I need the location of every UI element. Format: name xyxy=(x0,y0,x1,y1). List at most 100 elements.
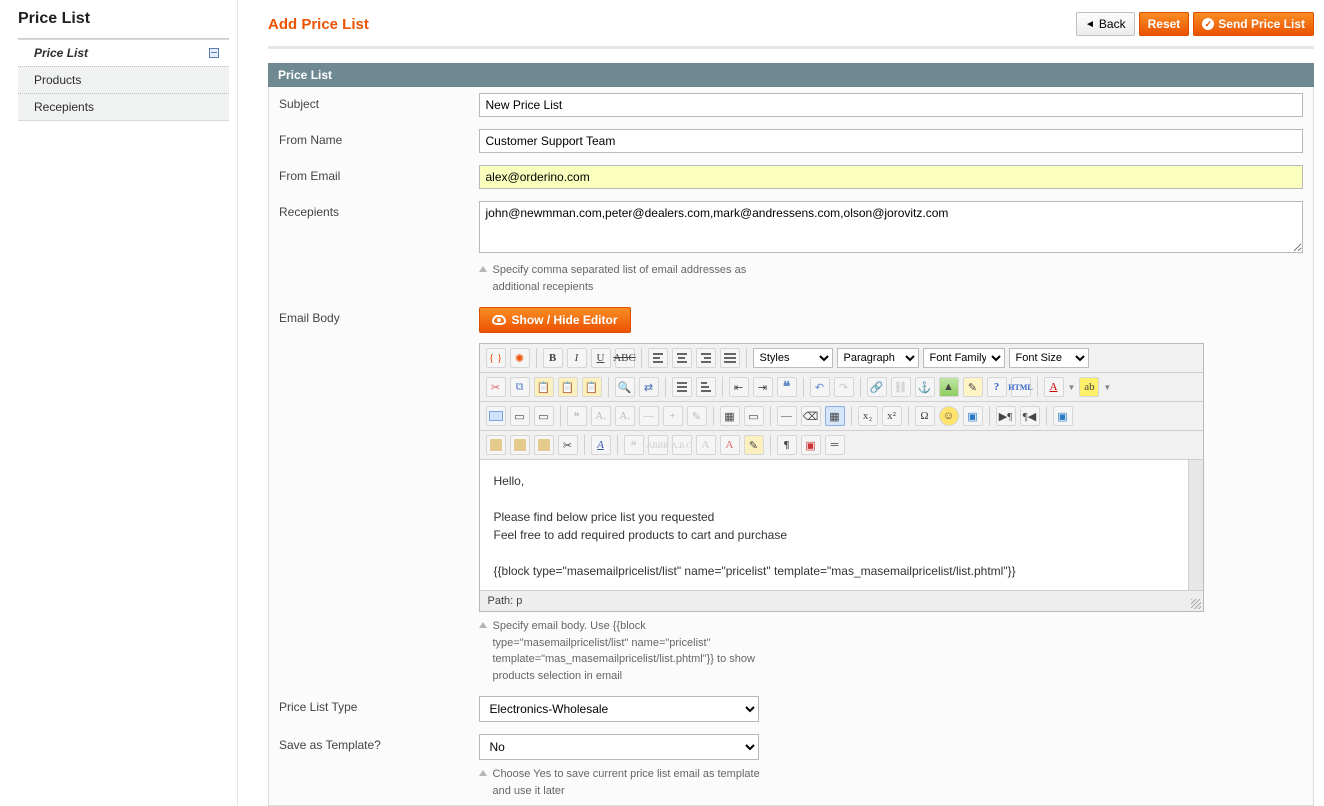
unordered-list-icon[interactable] xyxy=(672,377,692,397)
html-source-icon[interactable]: HTML xyxy=(1011,377,1031,397)
redo-icon[interactable]: ↷ xyxy=(834,377,854,397)
sidebar-item-price-list[interactable]: Price List xyxy=(18,40,229,66)
sidebar-item-recepients[interactable]: Recepients xyxy=(18,93,229,120)
copy-icon[interactable]: ⧉ xyxy=(510,377,530,397)
recepients-textarea[interactable]: john@newmman.com,peter@dealers.com,mark@… xyxy=(479,201,1304,253)
save-template-note: Choose Yes to save current price list em… xyxy=(479,766,769,799)
table-insert-icon[interactable] xyxy=(486,435,506,455)
scrollbar-down-icon[interactable]: ▾ xyxy=(1191,578,1201,588)
text-color-icon[interactable]: A xyxy=(1044,377,1064,397)
special-char-icon[interactable]: Ω xyxy=(915,406,935,426)
italic-icon[interactable]: I xyxy=(567,348,587,368)
find-icon[interactable]: 🔍 xyxy=(615,377,635,397)
media-icon[interactable]: ▣ xyxy=(963,406,983,426)
layer-backward-icon[interactable]: ▭ xyxy=(534,406,554,426)
paste-text-icon[interactable]: 📋 xyxy=(558,377,578,397)
format-select[interactable]: Paragraph xyxy=(837,348,919,368)
acronym-icon[interactable]: A. xyxy=(615,406,635,426)
background-color-icon[interactable]: ab xyxy=(1079,377,1099,397)
attributes-icon[interactable]: ✎ xyxy=(687,406,707,426)
reset-button[interactable]: Reset xyxy=(1139,12,1190,36)
help-icon[interactable]: ? xyxy=(987,377,1007,397)
visual-aid-icon[interactable]: ▦ xyxy=(825,406,845,426)
scrollbar-thumb[interactable] xyxy=(1191,464,1201,564)
align-right-icon[interactable] xyxy=(696,348,716,368)
price-list-type-select[interactable]: Electronics-Wholesale xyxy=(479,696,759,722)
link-icon[interactable]: 🔗 xyxy=(867,377,887,397)
ins2-icon[interactable]: A xyxy=(720,435,740,455)
label-recepients: Recepients xyxy=(269,195,469,301)
show-hide-editor-button[interactable]: Show / Hide Editor xyxy=(479,307,631,333)
sidebar-item-label: Price List xyxy=(34,46,88,60)
fullscreen-icon[interactable]: ▣ xyxy=(1053,406,1073,426)
align-justify-icon[interactable] xyxy=(720,348,740,368)
hr-icon[interactable]: — xyxy=(777,406,797,426)
rtl-icon[interactable]: ¶◀ xyxy=(1020,406,1040,426)
back-button-label: Back xyxy=(1099,17,1126,31)
font-size-select[interactable]: Font Size xyxy=(1009,348,1089,368)
font-family-select[interactable]: Font Family xyxy=(923,348,1005,368)
layer-forward-icon[interactable]: ▭ xyxy=(510,406,530,426)
remove-format-icon[interactable]: ⌫ xyxy=(801,406,821,426)
pagebreak-icon[interactable]: ═ xyxy=(825,435,845,455)
ltr-icon[interactable]: ▶¶ xyxy=(996,406,1016,426)
table-delete-icon[interactable] xyxy=(510,435,530,455)
page-title: Add Price List xyxy=(268,16,369,33)
ins-icon[interactable]: + xyxy=(663,406,683,426)
paragraph-icon[interactable]: ¶ xyxy=(777,435,797,455)
insert-widget-icon[interactable]: { } xyxy=(486,348,506,368)
edit-attrs-icon[interactable]: ✎ xyxy=(744,435,764,455)
outdent-icon[interactable]: ⇤ xyxy=(729,377,749,397)
table-icon[interactable]: ▦ xyxy=(720,406,740,426)
acr-icon[interactable]: A.B.C xyxy=(672,435,692,455)
nonbreaking-icon[interactable]: ▣ xyxy=(801,435,821,455)
reset-button-label: Reset xyxy=(1148,17,1181,31)
anchor-icon[interactable]: ⚓ xyxy=(915,377,935,397)
send-price-list-button[interactable]: ✓ Send Price List xyxy=(1193,12,1314,36)
subject-input[interactable] xyxy=(479,93,1304,117)
subscript-icon[interactable]: x₂ xyxy=(858,406,878,426)
label-subject: Subject xyxy=(269,87,469,123)
back-button[interactable]: ◄ Back xyxy=(1076,12,1135,36)
editor-body[interactable]: Hello, Please find below price list you … xyxy=(480,460,1203,590)
style-props-icon[interactable]: A xyxy=(591,435,611,455)
del2-icon[interactable]: A xyxy=(696,435,716,455)
save-as-template-select[interactable]: No xyxy=(479,734,759,760)
replace-icon[interactable]: ⇄ xyxy=(639,377,659,397)
price-list-form: Subject From Name From Email Recepients … xyxy=(268,87,1314,806)
styles-select[interactable]: Styles xyxy=(753,348,833,368)
bold-icon[interactable]: B xyxy=(543,348,563,368)
paste-word-icon[interactable]: 📋 xyxy=(582,377,602,397)
abbr-icon[interactable]: A. xyxy=(591,406,611,426)
image-icon[interactable]: ▲ xyxy=(939,377,959,397)
unlink-icon[interactable]: ⛓ xyxy=(891,377,911,397)
row-props-icon[interactable]: ▭ xyxy=(744,406,764,426)
insert-variable-icon[interactable]: ✺ xyxy=(510,348,530,368)
table-merge-icon[interactable]: ✂ xyxy=(558,435,578,455)
from-email-input[interactable] xyxy=(479,165,1304,189)
strikethrough-icon[interactable]: ABC xyxy=(615,348,635,368)
align-center-icon[interactable] xyxy=(672,348,692,368)
resize-grip-icon[interactable] xyxy=(1191,599,1201,609)
table-cell-icon[interactable] xyxy=(534,435,554,455)
cut-icon[interactable]: ✂ xyxy=(486,377,506,397)
sidebar-item-products[interactable]: Products xyxy=(18,66,229,93)
superscript-icon[interactable]: x² xyxy=(882,406,902,426)
indent-icon[interactable]: ⇥ xyxy=(753,377,773,397)
note-text: Specify email body. Use {{block type="ma… xyxy=(493,618,769,684)
abbr2-icon[interactable]: ABBR xyxy=(648,435,668,455)
from-name-input[interactable] xyxy=(479,129,1304,153)
ordered-list-icon[interactable] xyxy=(696,377,716,397)
underline-icon[interactable]: U xyxy=(591,348,611,368)
insert-layer-icon[interactable] xyxy=(486,406,506,426)
paste-icon[interactable]: 📋 xyxy=(534,377,554,397)
cite-icon[interactable]: ❝ xyxy=(567,406,587,426)
blockquote-icon[interactable]: ❝ xyxy=(777,377,797,397)
emoticon-icon[interactable]: ☺ xyxy=(939,406,959,426)
wysiwyg-editor: { } ✺ B I U ABC xyxy=(479,343,1204,612)
undo-icon[interactable]: ↶ xyxy=(810,377,830,397)
align-left-icon[interactable] xyxy=(648,348,668,368)
del-icon[interactable]: — xyxy=(639,406,659,426)
quote-start-icon[interactable]: ❝ xyxy=(624,435,644,455)
cleanup-icon[interactable]: ✎ xyxy=(963,377,983,397)
